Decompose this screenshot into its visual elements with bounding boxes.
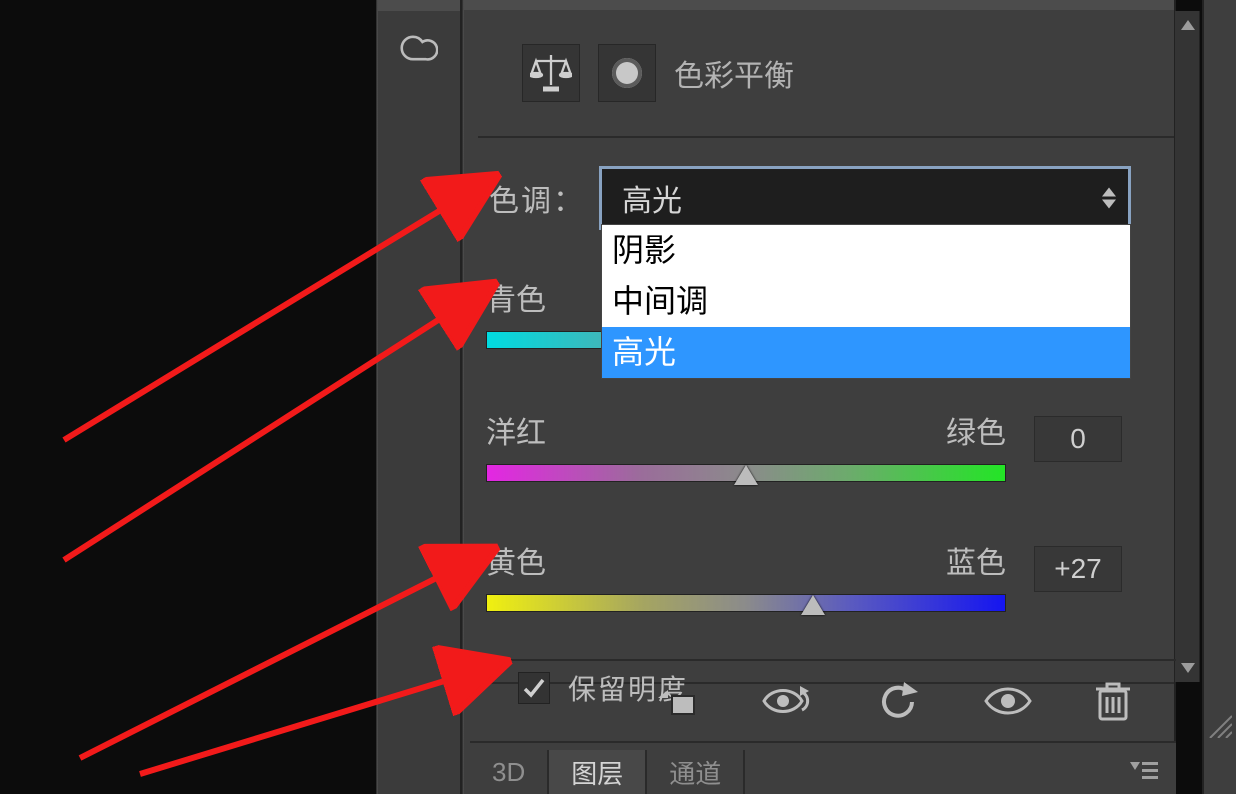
tab-channels[interactable]: 通道 <box>647 750 745 794</box>
workspace-canvas <box>0 0 376 794</box>
cyan-label: 青色 <box>486 275 546 319</box>
resize-gutter[interactable] <box>1202 0 1236 794</box>
magenta-green-slider: 洋红 绿色 <box>486 408 1006 482</box>
magenta-green-track[interactable] <box>486 464 1006 482</box>
panel-scrollbar[interactable] <box>1174 11 1200 682</box>
creative-cloud-icon[interactable] <box>400 29 438 67</box>
magenta-green-value[interactable]: 0 <box>1034 416 1122 462</box>
yellow-label: 黄色 <box>486 538 546 582</box>
adjustment-toolbar <box>470 659 1176 741</box>
bottom-tabs: 3D 图层 通道 <box>470 741 1176 794</box>
panel-menu-icon[interactable] <box>1130 750 1176 794</box>
circle-mask-icon[interactable] <box>598 44 656 102</box>
tone-option-shadows[interactable]: 阴影 <box>602 225 1130 276</box>
green-label: 绿色 <box>946 408 1006 452</box>
tone-option-highlights[interactable]: 高光 <box>602 327 1130 378</box>
dock-grip[interactable] <box>378 0 460 11</box>
scale-icon <box>522 44 580 102</box>
yellow-blue-value[interactable]: +27 <box>1034 546 1122 592</box>
scroll-down-icon[interactable] <box>1175 654 1201 682</box>
slider-thumb[interactable] <box>734 465 758 485</box>
view-previous-icon[interactable] <box>762 686 814 716</box>
panel-body: 色调： 高光 阴影 中间调 高光 <box>478 136 1174 684</box>
tone-label: 色调： <box>489 176 585 220</box>
tone-combo-value: 高光 <box>622 176 682 220</box>
visibility-icon[interactable] <box>984 686 1032 716</box>
combo-arrows-icon <box>1102 188 1116 209</box>
yellow-blue-track[interactable] <box>486 594 1006 612</box>
tab-layers[interactable]: 图层 <box>549 750 647 794</box>
clip-to-layer-icon[interactable] <box>658 684 698 718</box>
magenta-label: 洋红 <box>486 408 546 452</box>
resize-grip-icon[interactable] <box>1204 710 1232 738</box>
panel-grip[interactable] <box>464 0 1174 10</box>
reset-icon[interactable] <box>878 682 920 720</box>
collapsed-dock <box>378 0 462 794</box>
tab-3d[interactable]: 3D <box>470 750 549 794</box>
tone-option-midtones[interactable]: 中间调 <box>602 276 1130 327</box>
scroll-up-icon[interactable] <box>1175 11 1201 39</box>
trash-icon[interactable] <box>1096 681 1130 721</box>
yellow-blue-slider: 黄色 蓝色 <box>486 538 1006 612</box>
panel-title-row: 色彩平衡 <box>464 10 1174 136</box>
tone-combo[interactable]: 高光 <box>599 166 1131 230</box>
panel-title: 色彩平衡 <box>674 51 794 95</box>
blue-label: 蓝色 <box>946 538 1006 582</box>
app-root: 色彩平衡 色调： 高光 阴影 <box>0 0 1236 794</box>
slider-thumb[interactable] <box>801 595 825 615</box>
tone-combo-list[interactable]: 阴影 中间调 高光 <box>601 224 1131 379</box>
